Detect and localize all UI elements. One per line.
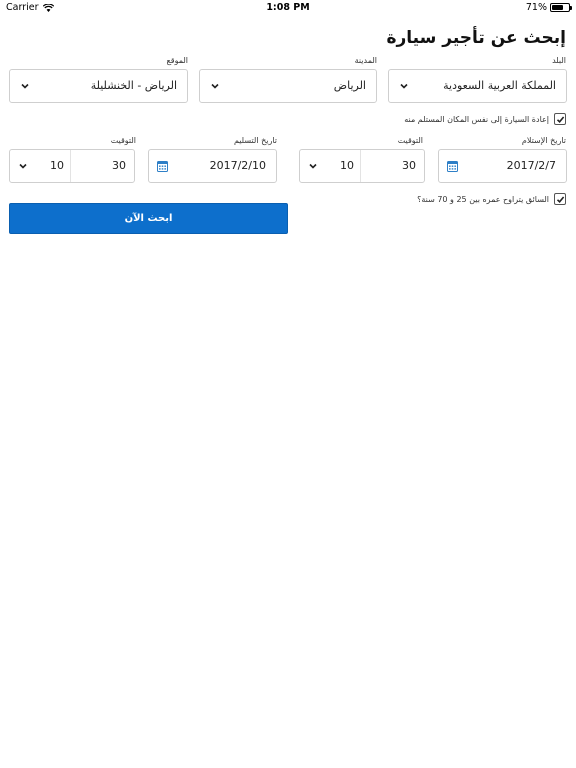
checkmark-icon: [556, 115, 564, 123]
page-title: إبحث عن تأجير سيارة: [386, 28, 566, 48]
pickup-time-label: التوقيت: [397, 136, 423, 145]
battery-icon: [550, 3, 572, 12]
pickup-date-value: 2017/2/7: [506, 159, 556, 172]
chevron-down-icon: [19, 163, 27, 169]
dropoff-date-field[interactable]: 2017/2/10: [148, 149, 277, 183]
country-select[interactable]: المملكة العربية السعودية: [388, 69, 567, 103]
driver-age-row[interactable]: السائق يتراوح عمره بين 25 و 70 سنة؟: [417, 193, 566, 205]
country-value: المملكة العربية السعودية: [443, 79, 556, 92]
city-value: الرياض: [333, 79, 366, 92]
dropoff-hour-select[interactable]: 10: [10, 150, 72, 182]
battery-fill: [552, 5, 564, 10]
return-same-label: إعادة السيارة إلى نفس المكان المستلم منه: [404, 114, 549, 124]
battery-percent: 71%: [525, 2, 547, 13]
calendar-icon: [447, 161, 458, 172]
chevron-down-icon: [309, 163, 317, 169]
location-value: الرياض - الخنشليلة: [90, 79, 177, 92]
dropoff-minute-value: 30: [112, 159, 126, 172]
pickup-date-label: تاريخ الإستلام: [521, 136, 566, 145]
city-label: المدينة: [354, 56, 377, 65]
dropoff-time-label: التوقيت: [110, 136, 136, 145]
dropoff-time-field[interactable]: 30 10: [9, 149, 135, 183]
checkmark-icon: [556, 195, 564, 203]
chevron-down-icon: [400, 83, 408, 89]
chevron-down-icon: [21, 83, 29, 89]
return-same-checkbox[interactable]: [554, 113, 566, 125]
battery-group: 71%: [525, 2, 572, 13]
dropoff-date-label: تاريخ التسليم: [233, 136, 277, 145]
driver-age-label: السائق يتراوح عمره بين 25 و 70 سنة؟: [417, 194, 549, 204]
pickup-minute-value: 30: [402, 159, 416, 172]
country-label: البلد: [552, 56, 566, 65]
search-now-button[interactable]: ابحث الآن: [9, 203, 288, 234]
chevron-down-icon: [211, 83, 219, 89]
pickup-date-field[interactable]: 2017/2/7: [438, 149, 567, 183]
driver-age-checkbox[interactable]: [554, 193, 566, 205]
pickup-hour-select[interactable]: 10: [300, 150, 362, 182]
dropoff-minute-select[interactable]: 30: [71, 150, 134, 182]
pickup-minute-select[interactable]: 30: [361, 150, 424, 182]
pickup-hour-value: 10: [340, 159, 354, 172]
return-same-row[interactable]: إعادة السيارة إلى نفس المكان المستلم منه: [404, 113, 566, 125]
dropoff-hour-value: 10: [50, 159, 64, 172]
location-label: الموقع: [166, 56, 189, 65]
calendar-icon: [157, 161, 168, 172]
pickup-time-field[interactable]: 30 10: [299, 149, 425, 183]
city-select[interactable]: الرياض: [199, 69, 377, 103]
location-select[interactable]: الرياض - الخنشليلة: [9, 69, 188, 103]
dropoff-date-value: 2017/2/10: [209, 159, 266, 172]
status-bar: Carrier 1:08 PM 71%: [0, 0, 576, 16]
status-time: 1:08 PM: [266, 2, 310, 13]
